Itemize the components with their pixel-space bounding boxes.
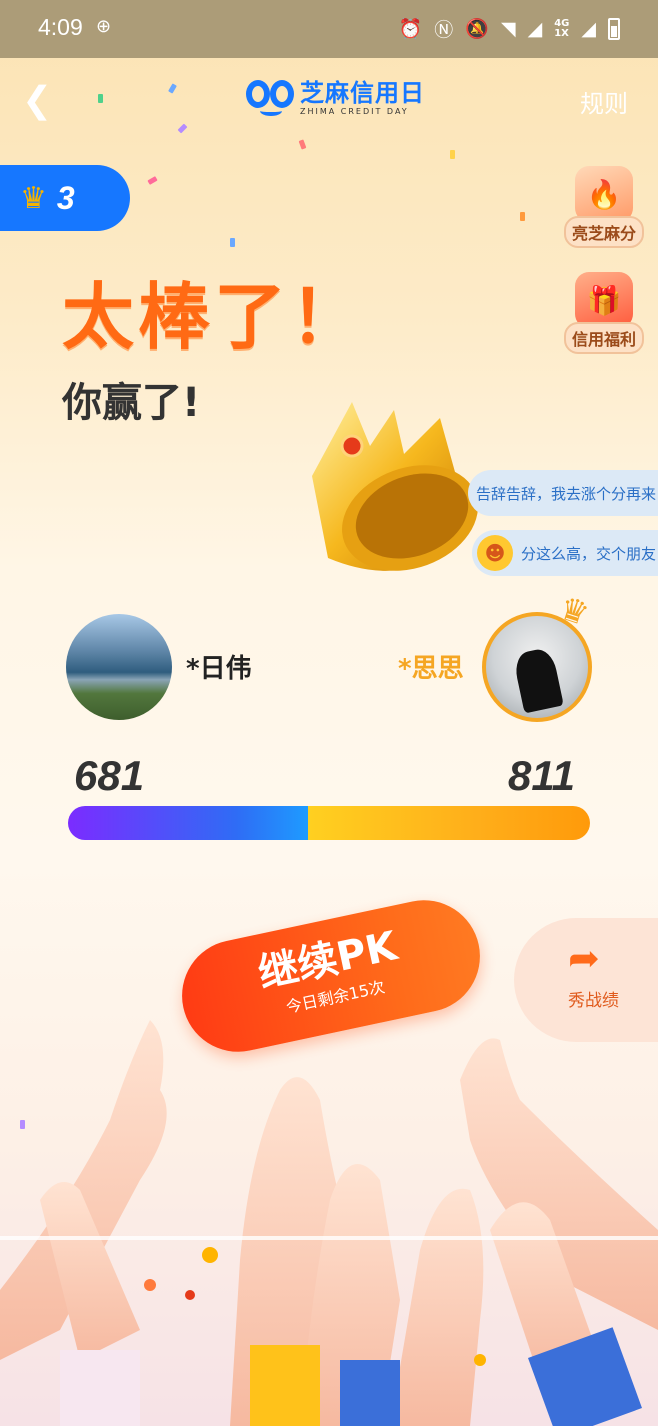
right-player-score: 811 xyxy=(508,752,575,799)
mute-icon: 🔕 xyxy=(465,18,489,40)
win-streak-count: 3 xyxy=(56,179,75,216)
logo-subtitle: ZHIMA CREDIT DAY xyxy=(300,106,409,116)
result-subhead: 你赢了! xyxy=(62,380,201,426)
logo-title: 芝麻信用日 xyxy=(300,78,425,107)
credit-benefits-label: 信用福利 xyxy=(564,322,644,354)
danmu-text: 分这么高，交个朋友 xyxy=(521,544,657,563)
status-bar: 4:09 ⊕ ⏰ Ⓝ 🔕 ◥ ◢ 4G 1X ◢ xyxy=(0,0,658,58)
danmu-text: 告辞告辞，我去涨个分再来 xyxy=(476,484,657,503)
alarm-icon: ⏰ xyxy=(398,18,423,40)
show-credit-score-label: 亮芝麻分 xyxy=(564,216,644,248)
credit-benefits-button[interactable]: 🎁 信用福利 xyxy=(564,272,644,354)
gift-icon: 🎁 xyxy=(575,272,633,328)
battery-icon xyxy=(608,17,620,40)
chevron-left-icon[interactable]: ❮ xyxy=(22,80,52,121)
network-type: 4G 1X xyxy=(554,17,570,39)
avatar-left-player xyxy=(66,614,172,720)
status-time: 4:09 xyxy=(38,14,83,40)
logo-66-icon xyxy=(246,74,298,120)
result-headline: 太棒了！ xyxy=(62,275,367,359)
pk-bar-right-segment xyxy=(308,806,590,840)
show-credit-score-button[interactable]: 🔥 亮芝麻分 xyxy=(564,166,644,248)
win-streak-badge: ♛ 3 xyxy=(0,165,130,231)
left-player-name: *日伟 xyxy=(186,654,252,684)
winner-crown-icon: ♛ xyxy=(554,588,594,634)
right-player-name: *思思 xyxy=(398,654,464,684)
signal-icon-2: ◢ xyxy=(581,17,596,40)
flame-icon: 🔥 xyxy=(575,166,633,222)
zhima-logo: 芝麻信用日 ZHIMA CREDIT DAY xyxy=(246,74,425,120)
pk-progress-bar xyxy=(68,806,590,840)
danmu-comment: 告辞告辞，我去涨个分再来 xyxy=(468,470,658,516)
clapping-hands-illustration xyxy=(0,1020,658,1426)
danmu-comment: ☻ 分这么高，交个朋友 xyxy=(472,530,658,576)
nfc-n-icon: Ⓝ xyxy=(434,19,454,41)
wifi-icon: ◥ xyxy=(500,17,516,40)
status-icons: ⏰ Ⓝ 🔕 ◥ ◢ 4G 1X ◢ xyxy=(399,15,620,42)
nfc-icon: ⊕ xyxy=(96,16,112,37)
left-player-score: 681 xyxy=(74,752,145,799)
smile-emoji-icon: ☻ xyxy=(477,535,513,571)
signal-icon: ◢ xyxy=(527,17,543,40)
pk-bar-left-segment xyxy=(68,806,309,840)
crown-icon: ♛ xyxy=(20,180,47,216)
share-arrow-icon: ➦ xyxy=(568,936,600,980)
rules-link[interactable]: 规则 xyxy=(580,84,628,119)
